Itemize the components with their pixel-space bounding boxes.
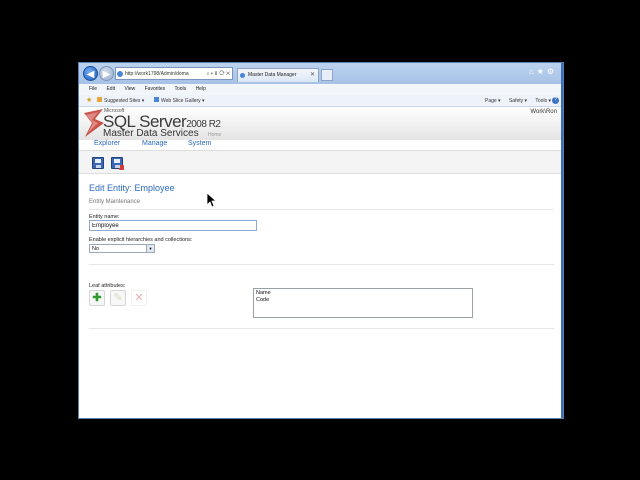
menu-bar: File Edit View Favorites Tools Help [79,84,563,95]
new-tab-button[interactable] [321,69,333,81]
save-and-close-icon[interactable] [111,157,124,170]
mouse-cursor-icon [206,192,216,208]
page-subtitle: Entity Maintenance [89,199,141,205]
menu-edit[interactable]: Edit [106,86,115,92]
suggested-sites-label: Suggested Sites ▾ [104,98,145,104]
save-icon[interactable] [92,157,104,169]
suggested-sites-link[interactable]: Suggested Sites ▾ [97,95,144,107]
edit-attribute-button[interactable]: ✎ [110,290,126,306]
delete-attribute-button[interactable]: ✕ [131,290,147,306]
main-nav: Explorer Manage System [79,140,563,150]
address-bar[interactable]: http://work1798/Admin/doma ⌕ ▾ ▯ ⟳ ✕ [115,67,233,80]
hierarchies-select[interactable]: No ▼ [89,244,155,253]
tab-master-data-manager[interactable]: Master Data Manager ✕ [237,68,319,82]
entity-toolbar [79,150,563,174]
web-slice-icon [154,97,159,102]
favorites-star-icon[interactable]: ★ [86,95,92,107]
command-bar: Page ▾ Safety ▾ Tools ▾ [478,95,551,107]
divider [89,264,554,265]
add-attribute-button[interactable]: ✚ [89,290,105,306]
tab-title: Master Data Manager [248,72,297,78]
entity-name-input[interactable] [89,220,257,231]
user-name: Work\Ron [530,109,557,115]
forward-button[interactable]: ▶ [99,66,114,81]
home-link[interactable]: Home [208,132,221,138]
logo-subtitle: Master Data Services [103,128,199,139]
hierarchies-label: Enable explicit hierarchies and collecti… [89,237,193,243]
save-close-badge [119,165,124,170]
hierarchies-value: No [92,246,100,252]
menu-help[interactable]: Help [196,86,206,92]
web-slice-gallery-link[interactable]: Web Slice Gallery ▾ [154,95,205,107]
divider [89,328,554,329]
help-icon[interactable]: ? [552,97,559,104]
menu-tools[interactable]: Tools [174,86,186,92]
sql-server-flag-icon [84,109,104,137]
tab-close-icon[interactable]: ✕ [310,69,315,82]
web-slice-label: Web Slice Gallery ▾ [161,98,205,104]
browser-window: ◀ ▶ http://work1798/Admin/doma ⌕ ▾ ▯ ⟳ ✕… [78,62,564,419]
menu-file[interactable]: File [89,86,97,92]
leaf-attributes-list[interactable]: Name Code [253,288,473,318]
page-content: Edit Entity: Employee Entity Maintenance… [79,174,563,418]
suggested-sites-icon [97,97,102,102]
nav-manage[interactable]: Manage [142,140,167,147]
back-button[interactable]: ◀ [83,66,98,81]
favorites-bar: ★ Suggested Sites ▾ Web Slice Gallery ▾ … [79,95,563,107]
nav-system[interactable]: System [188,140,211,147]
menu-favorites[interactable]: Favorites [145,86,166,92]
mds-banner: Microsoft SQL Server2008 R2 Master Data … [79,107,563,140]
page-title: Edit Entity: Employee [89,183,175,193]
sql-server-logo[interactable]: Microsoft SQL Server2008 R2 Master Data … [83,107,263,140]
menu-view[interactable]: View [124,86,135,92]
window-edge [561,63,563,418]
ie-page-icon [117,71,123,77]
command-tools[interactable]: Tools ▾ [535,98,551,104]
divider [89,209,554,210]
command-safety[interactable]: Safety ▾ [509,98,527,104]
address-text: http://work1798/Admin/doma [125,71,189,77]
address-tools-icon[interactable]: ⌕ ▾ ▯ ⟳ ✕ [207,68,230,79]
nav-explorer[interactable]: Explorer [94,140,120,147]
home-star-gear-icons[interactable]: ⌂★⚙ [529,67,557,76]
command-page[interactable]: Page ▾ [485,98,501,104]
browser-titlebar: ◀ ▶ http://work1798/Admin/doma ⌕ ▾ ▯ ⟳ ✕… [79,63,563,84]
chevron-down-icon[interactable]: ▼ [146,245,154,252]
tab-page-icon [240,73,245,78]
leaf-attributes-label: Leaf attributes: [89,283,126,289]
list-item[interactable]: Code [256,297,470,304]
